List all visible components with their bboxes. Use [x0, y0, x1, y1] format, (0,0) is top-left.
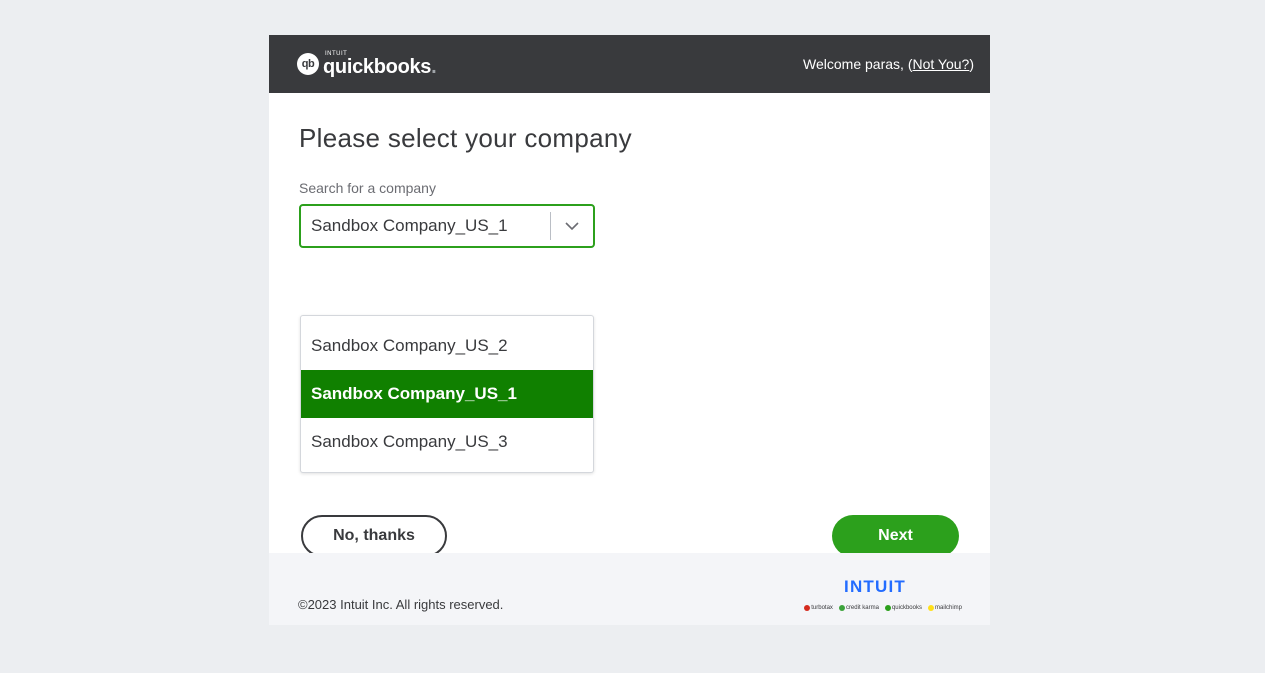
turbotax-icon	[804, 605, 811, 611]
page-title: Please select your company	[299, 123, 632, 153]
mailchimp-icon	[927, 605, 934, 611]
company-option[interactable]: Sandbox Company_US_3	[301, 418, 593, 466]
welcome-text: Welcome paras,	[803, 56, 908, 72]
company-select[interactable]: Sandbox Company_US_1	[299, 204, 595, 248]
footer: INTUIT turbotax credit karma quickbooks …	[269, 553, 990, 625]
welcome-message: Welcome paras, (Not You?)	[803, 56, 974, 72]
company-option-selected[interactable]: Sandbox Company_US_1	[301, 370, 593, 418]
next-button[interactable]: Next	[832, 515, 959, 557]
no-thanks-button[interactable]: No, thanks	[301, 515, 447, 557]
logo-quickbooks-text: quickbooks	[323, 56, 432, 78]
company-option[interactable]: Sandbox Company_US_2	[301, 322, 593, 370]
logo-dot: .	[431, 56, 437, 78]
quickbooks-logo-icon: qb	[297, 53, 319, 75]
chevron-down-icon[interactable]	[551, 221, 593, 231]
quickbooks-icon	[884, 605, 891, 611]
search-label: Search for a company	[299, 180, 436, 196]
quickbooks-logo: qb INTUIT quickbooks.	[297, 51, 437, 78]
company-dropdown-list: Sandbox Company_US_2 Sandbox Company_US_…	[300, 315, 594, 473]
header-bar: qb INTUIT quickbooks. Welcome paras, (No…	[269, 35, 990, 93]
not-you-link[interactable]: Not You?	[912, 56, 969, 72]
copyright-text: ©2023 Intuit Inc. All rights reserved.	[298, 597, 504, 612]
main-content: Please select your company Search for a …	[269, 93, 990, 557]
login-card: qb INTUIT quickbooks. Welcome paras, (No…	[269, 35, 990, 625]
intuit-logo: INTUIT	[844, 577, 906, 596]
quickbooks-brand: quickbooks	[884, 605, 922, 611]
credit-karma-icon	[838, 605, 845, 611]
company-select-value[interactable]: Sandbox Company_US_1	[301, 216, 550, 236]
mailchimp-brand: mailchimp	[927, 605, 962, 611]
turbotax-brand: turbotax	[804, 605, 833, 611]
intuit-brands-row: turbotax credit karma quickbooks mailchi…	[804, 605, 962, 611]
credit-karma-brand: credit karma	[838, 605, 879, 611]
